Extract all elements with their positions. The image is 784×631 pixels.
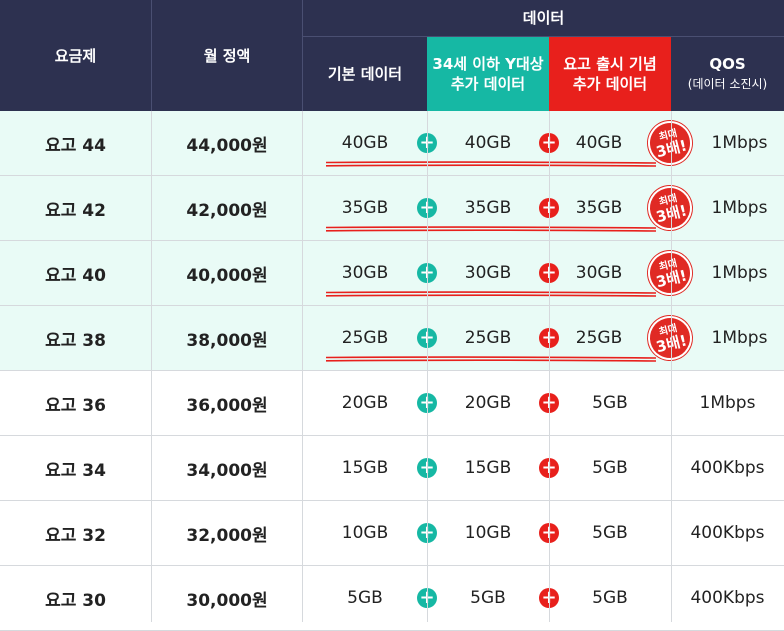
table-header: 요금제 월 정액 데이터 기본 데이터 34세 이하 Y대상 추가 데이터 요고… <box>0 0 784 111</box>
column-divider <box>302 111 303 622</box>
cell-launch: 5GB <box>592 588 628 608</box>
cell-y: 15GB <box>464 458 512 478</box>
cell-plan: 요고 38 <box>45 330 106 351</box>
cell-base: 5GB <box>347 588 383 608</box>
cell-price: 44,000원 <box>186 135 268 156</box>
table-row: 요고 3030,000원5GB5GB5GB400Kbps++ <box>0 566 784 631</box>
cell-qos: 1Mbps <box>711 263 768 283</box>
cell-y: 5GB <box>470 588 506 608</box>
highlight-underline <box>326 291 656 297</box>
header-qos: QOS (데이터 소진시) <box>671 37 784 111</box>
cell-plan: 요고 40 <box>45 265 106 286</box>
header-plan: 요금제 <box>54 46 97 65</box>
column-divider <box>427 111 428 622</box>
cell-price: 38,000원 <box>186 330 268 351</box>
cell-price: 42,000원 <box>186 200 268 221</box>
cell-base: 20GB <box>341 393 389 413</box>
cell-price: 32,000원 <box>186 525 268 546</box>
cell-qos: 1Mbps <box>699 393 756 413</box>
cell-price: 40,000원 <box>186 265 268 286</box>
cell-qos: 1Mbps <box>711 328 768 348</box>
cell-plan: 요고 30 <box>45 590 106 611</box>
cell-price: 30,000원 <box>186 590 268 611</box>
header-qos-title: QOS <box>709 55 746 73</box>
cell-plan: 요고 32 <box>45 525 106 546</box>
table-row: 요고 3434,000원15GB15GB5GB400Kbps++ <box>0 436 784 501</box>
table-row: 요고 3636,000원20GB20GB5GB1Mbps++ <box>0 371 784 436</box>
cell-base: 15GB <box>341 458 389 478</box>
cell-plan: 요고 36 <box>45 395 106 416</box>
header-y-extra: 34세 이하 Y대상 추가 데이터 <box>427 37 549 111</box>
cell-launch: 5GB <box>592 523 628 543</box>
table-row: 요고 3838,000원25GB25GB25GB1Mbps++최대3배! <box>0 306 784 371</box>
table-row: 요고 3232,000원10GB10GB5GB400Kbps++ <box>0 501 784 566</box>
highlight-underline <box>326 161 656 167</box>
header-qos-sub: (데이터 소진시) <box>687 77 768 91</box>
cell-y: 20GB <box>464 393 512 413</box>
highlight-underline <box>326 356 656 362</box>
cell-launch: 5GB <box>592 458 628 478</box>
cell-qos: 400Kbps <box>690 523 765 543</box>
table-row: 요고 4444,000원40GB40GB40GB1Mbps++최대3배! <box>0 111 784 176</box>
header-data: 데이터 <box>522 9 565 27</box>
header-base-data: 기본 데이터 <box>327 65 403 83</box>
cell-launch: 5GB <box>592 393 628 413</box>
cell-qos: 1Mbps <box>711 133 768 153</box>
header-monthly: 월 정액 <box>203 46 251 65</box>
column-divider <box>151 111 152 622</box>
cell-plan: 요고 44 <box>45 135 106 156</box>
cell-qos: 400Kbps <box>690 458 765 478</box>
cell-qos: 400Kbps <box>690 588 765 608</box>
cell-plan: 요고 34 <box>45 460 106 481</box>
table-row: 요고 4242,000원35GB35GB35GB1Mbps++최대3배! <box>0 176 784 241</box>
cell-y: 10GB <box>464 523 512 543</box>
table-row: 요고 4040,000원30GB30GB30GB1Mbps++최대3배! <box>0 241 784 306</box>
cell-price: 36,000원 <box>186 395 268 416</box>
column-divider <box>671 111 672 622</box>
cell-base: 10GB <box>341 523 389 543</box>
highlight-underline <box>326 226 656 232</box>
cell-plan: 요고 42 <box>45 200 106 221</box>
column-divider <box>549 111 550 622</box>
header-launch-extra: 요고 출시 기념 추가 데이터 <box>549 37 671 111</box>
cell-qos: 1Mbps <box>711 198 768 218</box>
cell-price: 34,000원 <box>186 460 268 481</box>
plan-table: 요금제 월 정액 데이터 기본 데이터 34세 이하 Y대상 추가 데이터 요고… <box>0 0 784 631</box>
